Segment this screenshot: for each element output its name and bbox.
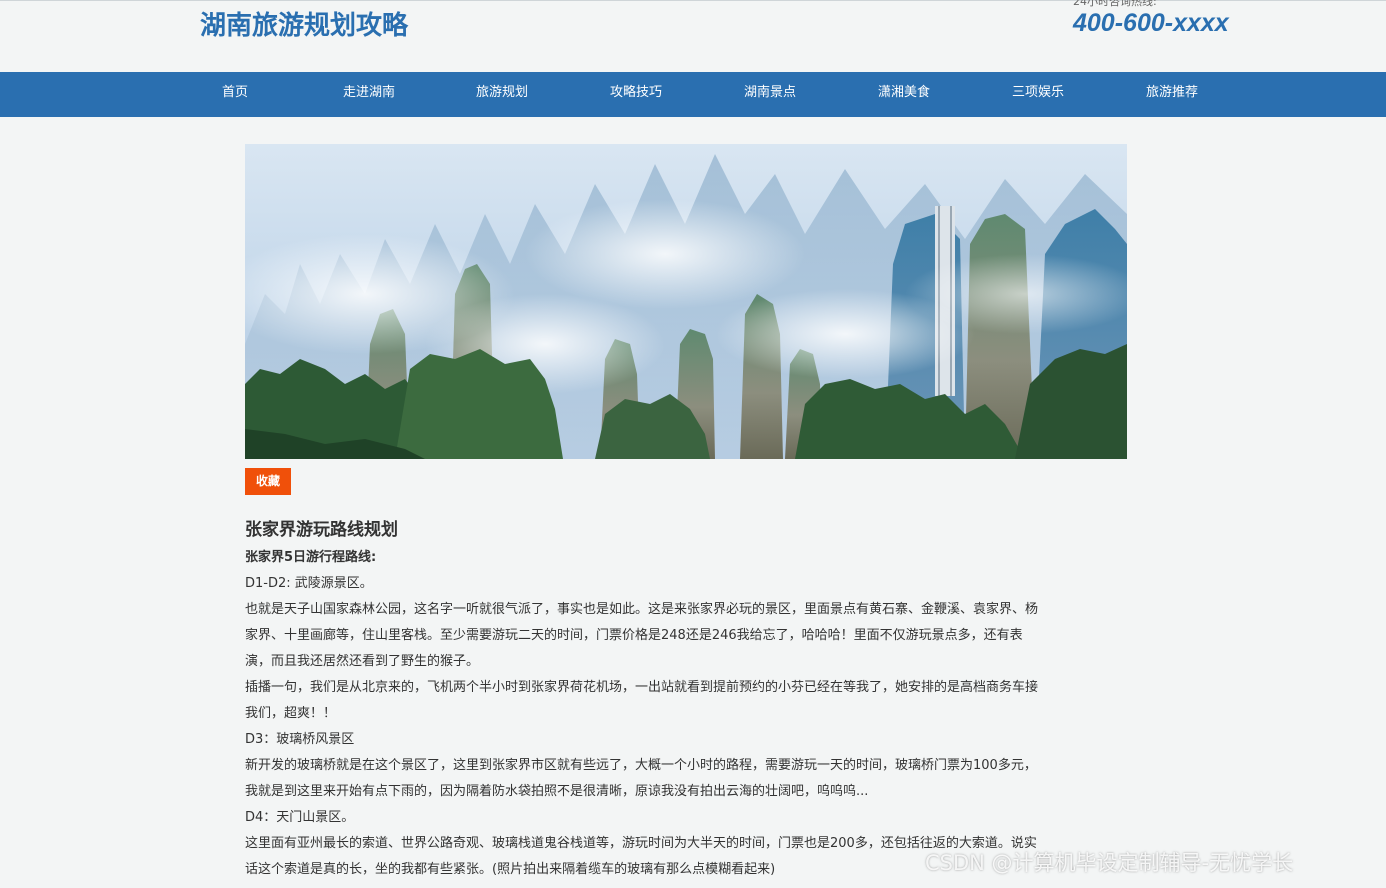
mountain-landscape-image [245, 144, 1127, 459]
article-title: 张家界游玩路线规划 [245, 520, 398, 540]
article-line: 我们，超爽！！ [245, 706, 337, 721]
nav-item-food[interactable]: 潇湘美食 [878, 72, 930, 117]
article-line: 也就是天子山国家森林公园，这名字一听就很气派了，事实也是如此。这是来张家界必玩的… [245, 602, 1039, 617]
nav-item-travel-planning[interactable]: 旅游规划 [476, 72, 528, 117]
nav-item-attractions[interactable]: 湖南景点 [744, 72, 796, 117]
article: 张家界游玩路线规划 张家界5日游行程路线: D1-D2: 武陵源景区。 也就是天… [245, 515, 1129, 883]
hotline-number: 400-600-xxxx [1073, 9, 1229, 37]
article-line: 张家界5日游行程路线: [245, 550, 377, 565]
site-header: 湖南旅游规划攻略 24小时咨询热线: 400-600-xxxx [0, 0, 1386, 72]
nav-item-recommendations[interactable]: 旅游推荐 [1146, 72, 1198, 117]
site-title[interactable]: 湖南旅游规划攻略 [200, 5, 408, 42]
page: 湖南旅游规划攻略 24小时咨询热线: 400-600-xxxx 首页 走进湖南 … [0, 0, 1386, 888]
article-line: 演，而且我还居然还看到了野生的猴子。 [245, 654, 480, 669]
article-line: 插播一句，我们是从北京来的，飞机两个半小时到张家界荷花机场，一出站就看到提前预约… [245, 680, 1039, 695]
article-line: D3：玻璃桥风景区 [245, 732, 355, 747]
article-line: 我就是到这里来开始有点下雨的，因为隔着防水袋拍照不是很清晰，原谅我没有拍出云海的… [245, 784, 869, 799]
nav-item-tips[interactable]: 攻略技巧 [610, 72, 662, 117]
nav-item-entertainment[interactable]: 三项娱乐 [1012, 72, 1064, 117]
hero-image-zhangjiajie [245, 144, 1127, 459]
article-line: D1-D2: 武陵源景区。 [245, 576, 373, 591]
hotline-label: 24小时咨询热线: [1073, 0, 1157, 8]
article-line: 新开发的玻璃桥就是在这个景区了，这里到张家界市区就有些远了，大概一个小时的路程，… [245, 758, 1037, 773]
csdn-watermark: CSDN @计算机毕设定制辅导-无忧学长 [925, 851, 1294, 875]
article-line: 家界、十里画廊等，住山里客栈。至少需要游玩二天的时间，门票价格是248还是246… [245, 628, 1023, 643]
nav-item-about-hunan[interactable]: 走进湖南 [343, 72, 395, 117]
main-nav: 首页 走进湖南 旅游规划 攻略技巧 湖南景点 潇湘美食 三项娱乐 旅游推荐 [0, 72, 1386, 117]
article-line: D4：天门山景区。 [245, 810, 355, 825]
favorite-button[interactable]: 收藏 [245, 468, 291, 495]
nav-item-home[interactable]: 首页 [222, 72, 248, 117]
